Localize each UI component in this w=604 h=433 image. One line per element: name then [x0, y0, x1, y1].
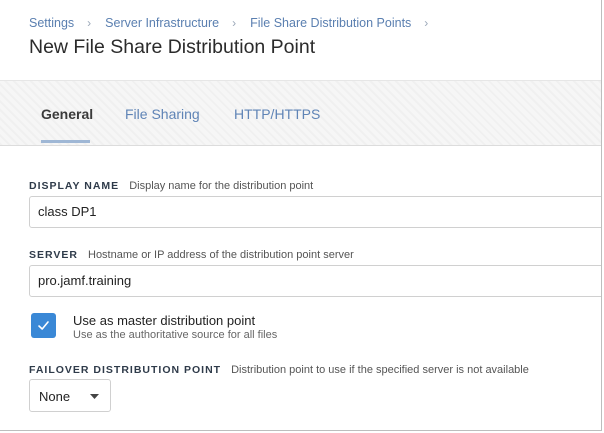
- breadcrumb-server-infrastructure[interactable]: Server Infrastructure: [105, 16, 219, 30]
- failover-help: Distribution point to use if the specifi…: [231, 364, 529, 376]
- server-label-text: SERVER: [29, 249, 78, 261]
- tab-file-sharing[interactable]: File Sharing: [125, 106, 200, 122]
- display-name-label-text: DISPLAY NAME: [29, 180, 120, 192]
- breadcrumb-settings[interactable]: Settings: [29, 16, 74, 30]
- tab-http-https[interactable]: HTTP/HTTPS: [234, 106, 320, 122]
- chevron-right-icon: ›: [424, 16, 429, 30]
- breadcrumb: Settings › Server Infrastructure › File Shar…: [29, 16, 442, 30]
- tab-general[interactable]: General: [41, 106, 93, 122]
- display-name-input[interactable]: class DP1: [29, 196, 601, 228]
- chevron-right-icon: ›: [87, 16, 92, 30]
- active-tab-indicator: [41, 140, 90, 143]
- display-name-label: DISPLAY NAME Display name for the distrib…: [29, 176, 313, 194]
- failover-selected-value: None: [39, 389, 71, 404]
- display-name-help: Display name for the distribution point: [129, 180, 314, 192]
- caret-down-icon: [90, 394, 99, 399]
- chevron-right-icon: ›: [232, 16, 237, 30]
- page-header: Settings › Server Infrastructure › File Shar…: [0, 0, 601, 80]
- master-distribution-checkbox[interactable]: [31, 313, 56, 338]
- server-input[interactable]: pro.jamf.training: [29, 265, 601, 297]
- tab-bar: General File Sharing HTTP/HTTPS: [0, 80, 601, 146]
- failover-label: FAILOVER DISTRIBUTION POINT Distribution …: [29, 360, 529, 378]
- master-distribution-label: Use as master distribution point: [73, 313, 256, 328]
- failover-select[interactable]: None: [29, 379, 111, 412]
- server-help: Hostname or IP address of the distributi…: [88, 249, 354, 261]
- failover-label-text: FAILOVER DISTRIBUTION POINT: [29, 364, 222, 376]
- window: Settings › Server Infrastructure › File Shar…: [0, 0, 602, 431]
- breadcrumb-file-share-distribution-points[interactable]: File Share Distribution Points: [250, 16, 411, 30]
- page-title: New File Share Distribution Point: [29, 36, 316, 58]
- server-label: SERVER Hostname or IP address of the dist…: [29, 245, 354, 263]
- master-distribution-help: Use as the authoritative source for all …: [73, 329, 278, 341]
- check-icon: [38, 321, 49, 330]
